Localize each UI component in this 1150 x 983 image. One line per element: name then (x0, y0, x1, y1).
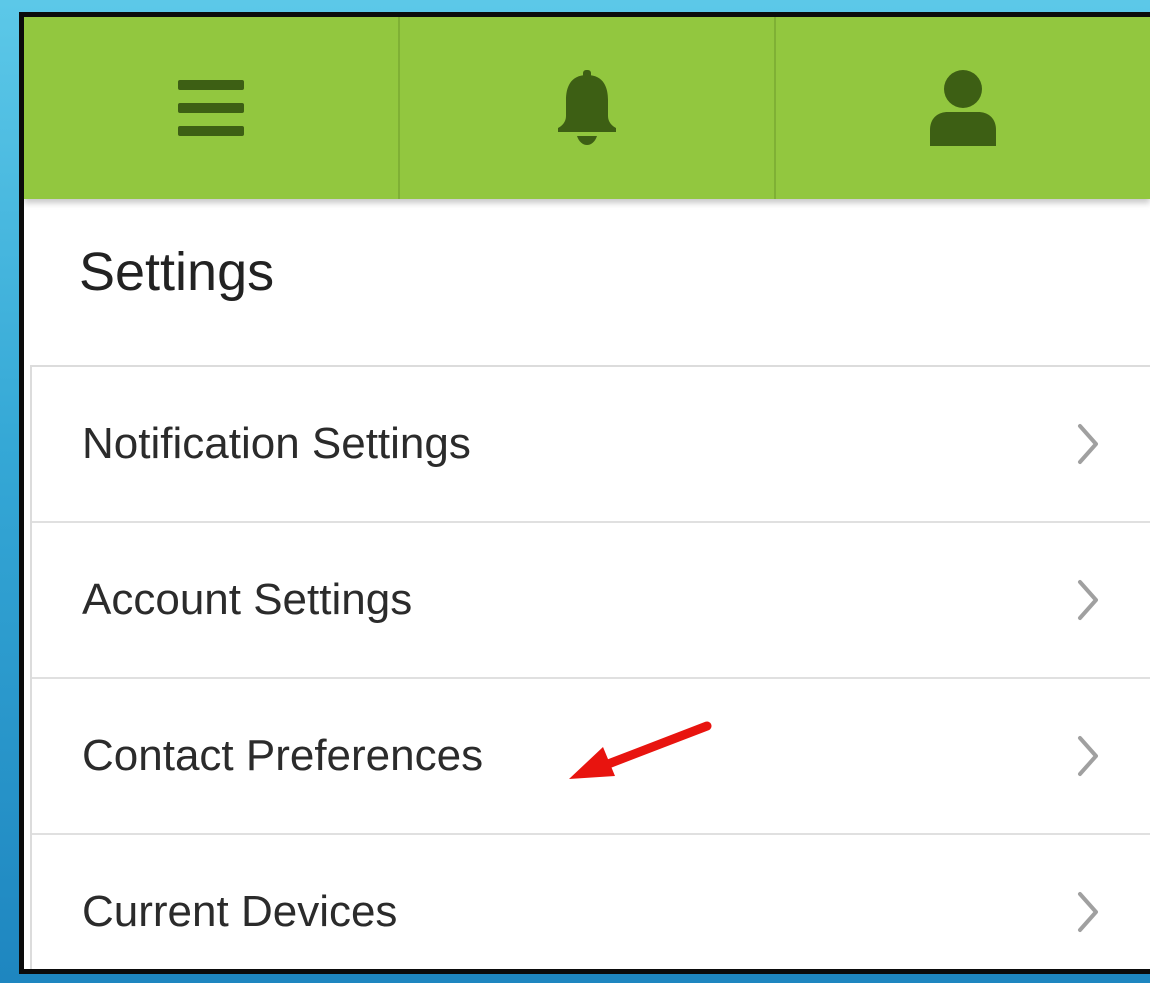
notifications-button[interactable] (398, 17, 774, 199)
profile-button[interactable] (774, 17, 1150, 199)
settings-item-contact-preferences[interactable]: Contact Preferences (32, 679, 1150, 835)
settings-item-current-devices[interactable]: Current Devices (32, 835, 1150, 969)
settings-item-account-settings[interactable]: Account Settings (32, 523, 1150, 679)
chevron-right-icon (1078, 580, 1098, 620)
settings-item-label: Notification Settings (82, 419, 471, 468)
chevron-right-icon (1078, 892, 1098, 932)
chevron-right-icon (1078, 736, 1098, 776)
settings-item-label: Contact Preferences (82, 731, 484, 780)
user-profile-icon (930, 70, 996, 146)
top-navigation-bar (24, 17, 1150, 199)
settings-list: Notification Settings Account Settings C… (30, 365, 1150, 969)
menu-button[interactable] (24, 17, 398, 199)
settings-item-notification-settings[interactable]: Notification Settings (32, 367, 1150, 523)
settings-item-label: Current Devices (82, 887, 398, 936)
hamburger-menu-icon (178, 80, 244, 136)
settings-item-label: Account Settings (82, 575, 413, 624)
chevron-right-icon (1078, 424, 1098, 464)
bell-icon (558, 70, 616, 145)
page-title: Settings (79, 242, 275, 302)
app-screen: Settings Notification Settings Account S… (19, 12, 1150, 974)
